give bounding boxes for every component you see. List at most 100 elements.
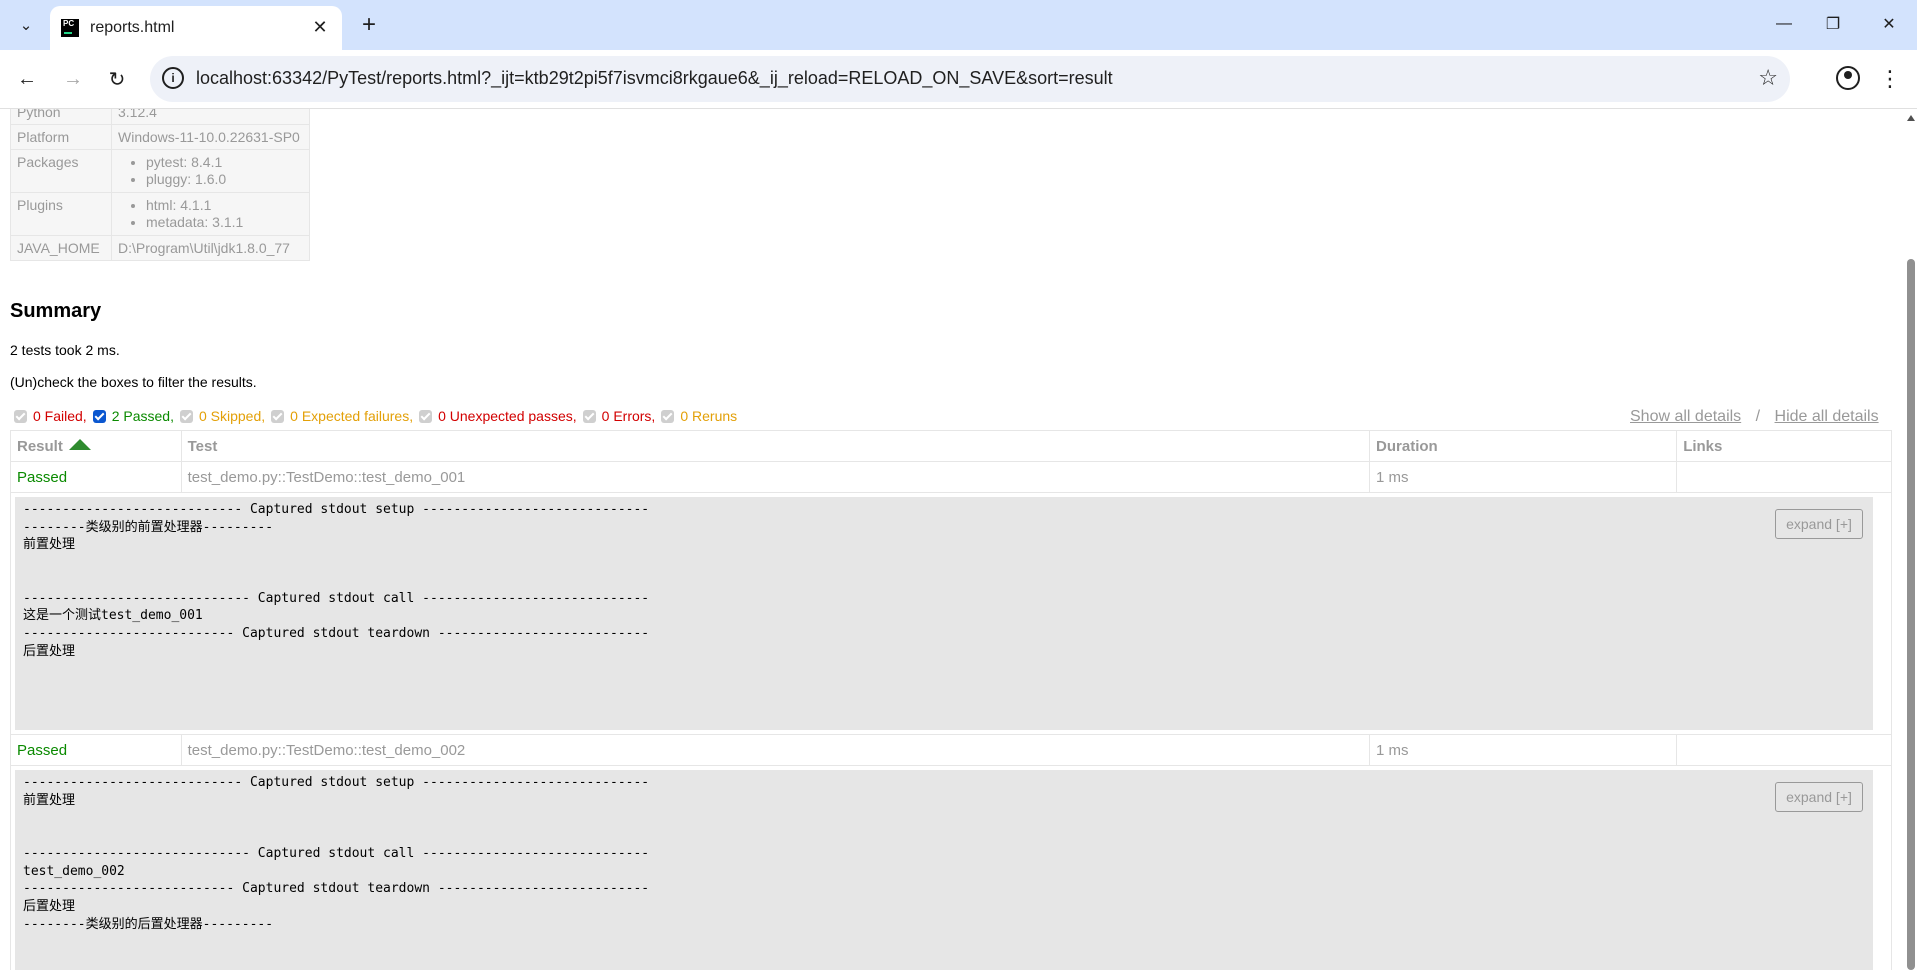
- column-header-result[interactable]: Result: [10, 430, 182, 462]
- column-header-links: Links: [1676, 430, 1892, 462]
- filter-label: 0 Failed,: [33, 408, 87, 424]
- chevron-down-icon[interactable]: ⌄: [11, 10, 41, 40]
- favicon-text: PC: [63, 19, 75, 28]
- expand-button[interactable]: expand [+]: [1775, 782, 1863, 812]
- plus-icon[interactable]: +: [354, 10, 384, 40]
- env-key: Python: [10, 109, 112, 125]
- result-filters: 0 Failed, 2 Passed, 0 Skipped, 0 Expecte…: [14, 408, 743, 424]
- env-value: D:\Program\Util\jdk1.8.0_77: [111, 235, 310, 261]
- result-cell[interactable]: Passed: [10, 461, 182, 493]
- summary-heading: Summary: [10, 300, 102, 322]
- filter-errors[interactable]: 0 Errors,: [582, 408, 656, 424]
- test-name-cell[interactable]: test_demo.py::TestDemo::test_demo_002: [180, 734, 1371, 766]
- filter-checkbox[interactable]: [179, 409, 193, 423]
- details-links: Show all details / Hide all details: [1630, 408, 1879, 426]
- filter-checkbox[interactable]: [582, 409, 596, 423]
- env-row: JAVA_HOME D:\Program\Util\jdk1.8.0_77: [10, 235, 310, 261]
- captured-log[interactable]: ---------------------------- Captured st…: [15, 497, 1873, 730]
- log-text: ---------------------------- Captured st…: [23, 502, 650, 659]
- star-icon[interactable]: ☆: [1758, 65, 1778, 91]
- filter-unexpected-passes[interactable]: 0 Unexpected passes,: [419, 408, 577, 424]
- info-icon[interactable]: i: [162, 67, 184, 89]
- scrollbar-thumb[interactable]: [1907, 259, 1915, 970]
- filter-checkbox[interactable]: [419, 409, 433, 423]
- tab-title: reports.html: [90, 19, 175, 36]
- expand-button[interactable]: expand [+]: [1775, 509, 1863, 539]
- env-value: 3.12.4: [111, 109, 310, 125]
- table-row[interactable]: Passed test_demo.py::TestDemo::test_demo…: [10, 461, 1892, 493]
- env-value: pytest: 8.4.1 pluggy: 1.6.0: [111, 149, 310, 193]
- filter-checkbox[interactable]: [271, 409, 285, 423]
- minimize-icon[interactable]: —: [1756, 0, 1812, 48]
- run-duration-text: 2 tests took 2 ms.: [10, 342, 120, 358]
- filter-expected-failures[interactable]: 0 Expected failures,: [271, 408, 413, 424]
- links-cell: [1676, 734, 1892, 766]
- filter-checkbox[interactable]: [92, 409, 106, 423]
- env-list-item: pluggy: 1.6.0: [146, 171, 303, 188]
- url-text[interactable]: localhost:63342/PyTest/reports.html?_ijt…: [196, 68, 1113, 89]
- env-row: Python 3.12.4: [10, 109, 310, 125]
- env-value: Windows-11-10.0.22631-SP0: [111, 124, 310, 150]
- column-header-duration[interactable]: Duration: [1369, 430, 1678, 462]
- sort-ascending-icon: [68, 438, 91, 450]
- tab-strip: ⌄ PC reports.html ✕ + — ❐ ✕: [0, 0, 1917, 50]
- results-table: Result Test Duration Links Passed test_d…: [10, 430, 1892, 970]
- restore-icon[interactable]: ❐: [1805, 0, 1861, 48]
- address-bar[interactable]: i localhost:63342/PyTest/reports.html?_i…: [150, 56, 1790, 102]
- env-row: Platform Windows-11-10.0.22631-SP0: [10, 124, 310, 150]
- browser-toolbar: ← → ↻ i localhost:63342/PyTest/reports.h…: [0, 50, 1917, 109]
- scroll-up-icon[interactable]: [1907, 115, 1915, 121]
- filter-passed[interactable]: 2 Passed,: [92, 408, 174, 424]
- env-key: Plugins: [10, 192, 112, 236]
- close-icon[interactable]: ✕: [308, 15, 332, 39]
- column-header-label: Result: [17, 437, 63, 455]
- filter-label: 0 Errors,: [601, 408, 656, 424]
- env-row: Plugins html: 4.1.1 metadata: 3.1.1: [10, 192, 310, 236]
- results-header-row: Result Test Duration Links: [10, 430, 1892, 462]
- arrow-left-icon[interactable]: ←: [10, 62, 44, 96]
- filter-label: 0 Expected failures,: [290, 408, 414, 424]
- filter-label: 0 Unexpected passes,: [438, 408, 577, 424]
- result-cell[interactable]: Passed: [10, 734, 182, 766]
- show-all-details-link[interactable]: Show all details: [1630, 408, 1741, 425]
- env-key: Packages: [10, 149, 112, 193]
- page-viewport: Python 3.12.4 Platform Windows-11-10.0.2…: [0, 109, 1905, 970]
- filter-failed[interactable]: 0 Failed,: [14, 408, 87, 424]
- reload-icon[interactable]: ↻: [100, 62, 134, 96]
- env-row: Packages pytest: 8.4.1 pluggy: 1.6.0: [10, 149, 310, 193]
- filter-skipped[interactable]: 0 Skipped,: [179, 408, 265, 424]
- table-row[interactable]: Passed test_demo.py::TestDemo::test_demo…: [10, 734, 1892, 766]
- more-vertical-icon[interactable]: ⋮: [1879, 62, 1901, 96]
- env-list-item: pytest: 8.4.1: [146, 154, 303, 171]
- duration-cell: 1 ms: [1369, 734, 1678, 766]
- column-header-test[interactable]: Test: [180, 430, 1371, 462]
- tab-reports[interactable]: PC reports.html ✕: [50, 6, 342, 50]
- filter-label: 0 Reruns: [680, 408, 738, 424]
- log-text: ---------------------------- Captured st…: [23, 775, 650, 932]
- test-name-cell[interactable]: test_demo.py::TestDemo::test_demo_001: [180, 461, 1371, 493]
- env-key: Platform: [10, 124, 112, 150]
- pycharm-icon: PC: [61, 19, 79, 37]
- log-row: ---------------------------- Captured st…: [10, 765, 1892, 970]
- log-cell: ---------------------------- Captured st…: [10, 492, 1892, 735]
- details-separator: /: [1755, 408, 1761, 425]
- log-cell: ---------------------------- Captured st…: [10, 765, 1892, 970]
- environment-table: Python 3.12.4 Platform Windows-11-10.0.2…: [10, 109, 310, 261]
- profile-icon[interactable]: [1836, 66, 1860, 90]
- captured-log[interactable]: ---------------------------- Captured st…: [15, 770, 1873, 970]
- env-key: JAVA_HOME: [10, 235, 112, 261]
- filter-checkbox[interactable]: [14, 409, 27, 423]
- filter-reruns[interactable]: 0 Reruns: [661, 408, 737, 424]
- filter-hint-text: (Un)check the boxes to filter the result…: [10, 374, 257, 390]
- page-scrollbar[interactable]: [1905, 109, 1917, 970]
- links-cell: [1676, 461, 1892, 493]
- duration-cell: 1 ms: [1369, 461, 1678, 493]
- hide-all-details-link[interactable]: Hide all details: [1775, 408, 1879, 425]
- env-list-item: metadata: 3.1.1: [146, 214, 303, 231]
- arrow-right-icon[interactable]: →: [56, 62, 90, 96]
- filter-label: 2 Passed,: [111, 408, 174, 424]
- log-row: ---------------------------- Captured st…: [10, 492, 1892, 735]
- env-list-item: html: 4.1.1: [146, 197, 303, 214]
- filter-checkbox[interactable]: [661, 409, 675, 423]
- close-icon[interactable]: ✕: [1861, 0, 1917, 48]
